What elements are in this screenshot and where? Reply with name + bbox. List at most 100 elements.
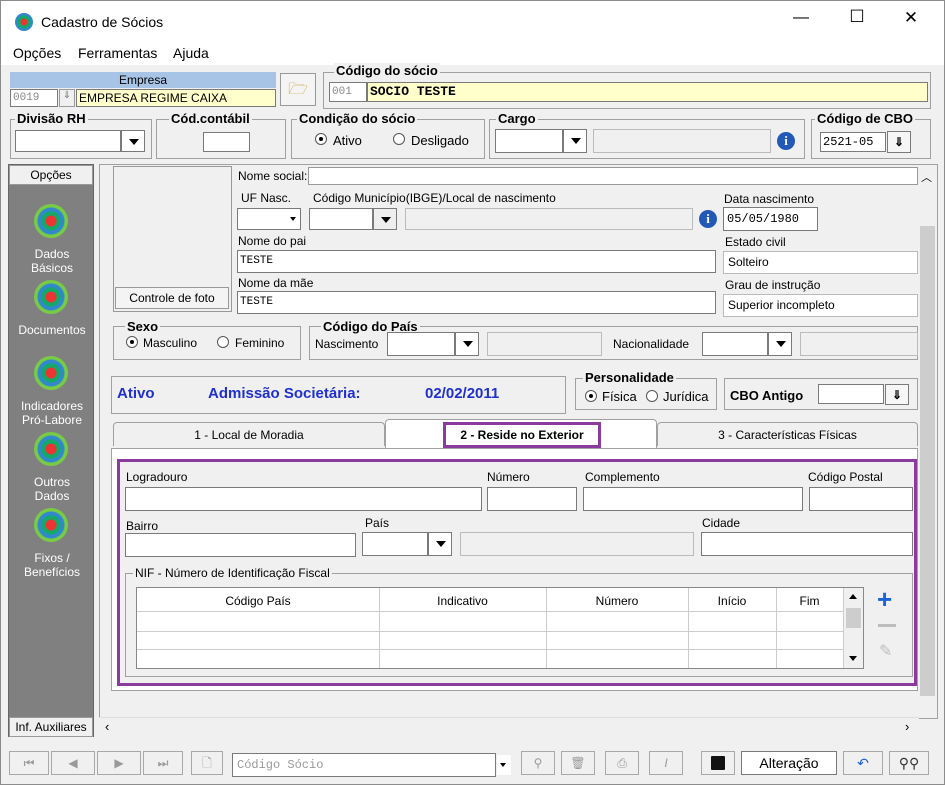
open-folder-button[interactable]: 🗁 [280, 73, 316, 106]
documentos-icon[interactable] [34, 280, 68, 314]
save-button[interactable] [701, 751, 735, 775]
bairro-field[interactable] [125, 533, 356, 557]
estado-civil-field[interactable]: Solteiro [723, 251, 918, 274]
nif-scroll-thumb[interactable] [846, 608, 861, 628]
table-row[interactable] [137, 631, 843, 632]
municipio-dropdown[interactable] [373, 208, 397, 230]
cargo-dropdown[interactable] [563, 129, 587, 153]
menu-ajuda[interactable]: Ajuda [173, 45, 209, 61]
search-record-button[interactable]: ⚲ [521, 751, 555, 775]
codigo-postal-field[interactable] [809, 487, 913, 511]
nif-col-inicio[interactable]: Início [688, 594, 776, 608]
next-record-button[interactable]: ▶ [97, 751, 141, 775]
grau-instrucao-field[interactable]: Superior incompleto [723, 294, 918, 317]
cbo-antigo-lookup-button[interactable]: ⇓ [885, 384, 909, 405]
pais-nascimento-dropdown[interactable] [455, 332, 479, 356]
remove-icon[interactable] [878, 624, 896, 627]
cancel-edit-button[interactable]: I [649, 751, 683, 775]
socio-name-field[interactable]: SOCIO TESTE [367, 82, 928, 102]
municipio-info-icon[interactable]: i [699, 210, 717, 228]
cargo-field[interactable] [495, 129, 563, 153]
cbo-field[interactable]: 2521-05 [820, 132, 886, 152]
new-record-button[interactable]: 🗋 [191, 751, 223, 775]
sidebar-item-fixos[interactable]: Fixos / Benefícios [6, 551, 98, 579]
outros-dados-icon[interactable] [34, 432, 68, 466]
scroll-up-icon[interactable]: ︿ [921, 169, 932, 185]
fixos-icon[interactable] [34, 508, 68, 542]
empresa-name-field[interactable]: EMPRESA REGIME CAIXA [76, 89, 276, 107]
indicadores-icon[interactable] [34, 356, 68, 390]
personalidade-juridica-radio[interactable] [646, 390, 658, 402]
close-button[interactable]: ✕ [891, 8, 931, 34]
logradouro-field[interactable] [125, 487, 482, 511]
find-button[interactable]: ⚲⚲ [889, 751, 929, 775]
cbo-antigo-field[interactable] [818, 384, 884, 404]
sexo-feminino-radio[interactable] [217, 336, 229, 348]
cbo-lookup-button[interactable]: ⇓ [887, 131, 911, 153]
municipio-code-field[interactable] [309, 208, 373, 230]
empresa-lookup-button[interactable]: ⇓ [59, 89, 75, 107]
minimize-button[interactable]: — [781, 9, 821, 35]
nome-pai-field[interactable]: TESTE [237, 250, 716, 273]
add-icon[interactable]: + [877, 586, 892, 612]
personalidade-fisica-radio[interactable] [585, 390, 597, 402]
sidebar-header[interactable]: Opções [9, 165, 93, 185]
scroll-left-icon[interactable]: ‹ [105, 719, 109, 734]
pais-field[interactable] [362, 532, 428, 556]
nif-scroll-down-icon[interactable] [849, 656, 857, 661]
data-nasc-field[interactable]: 05/05/1980 [723, 207, 818, 231]
condicao-desligado-radio[interactable] [393, 133, 405, 145]
menu-ferramentas[interactable]: Ferramentas [78, 45, 157, 61]
scroll-thumb[interactable] [920, 226, 935, 696]
sidebar-item-documentos[interactable]: Documentos [6, 323, 98, 337]
divisao-field[interactable] [15, 130, 121, 152]
edit-icon[interactable]: ✎ [879, 641, 892, 661]
maximize-button[interactable]: ☐ [837, 7, 877, 33]
nif-col-codigo-pais[interactable]: Código País [137, 594, 379, 608]
tab-local-moradia[interactable]: 1 - Local de Moradia [113, 422, 385, 446]
last-record-button[interactable]: ⏭ [143, 751, 183, 775]
nif-scroll-up-icon[interactable] [849, 594, 857, 599]
first-record-button[interactable]: ⏮ [9, 751, 49, 775]
nif-col-indicativo[interactable]: Indicativo [379, 594, 546, 608]
tab-caracteristicas[interactable]: 3 - Características Físicas [657, 422, 918, 446]
nome-mae-field[interactable]: TESTE [237, 291, 716, 314]
delete-record-button[interactable]: 🗑 [561, 751, 595, 775]
previous-record-button[interactable]: ◀ [51, 751, 95, 775]
sidebar-footer[interactable]: Inf. Auxiliares [9, 717, 93, 737]
divisao-dropdown[interactable] [121, 130, 145, 152]
socio-code-field[interactable]: 001 [329, 82, 367, 102]
codigo-socio-search[interactable]: Código Sócio [232, 753, 496, 777]
pais-dropdown[interactable] [428, 532, 452, 556]
nif-col-numero[interactable]: Número [546, 594, 688, 608]
complemento-field[interactable] [583, 487, 803, 511]
empresa-code-field[interactable]: 0019 [10, 89, 58, 107]
nif-col-fim[interactable]: Fim [776, 594, 843, 608]
horizontal-scrollbar[interactable] [99, 717, 919, 737]
cidade-label: Cidade [702, 516, 741, 530]
nacionalidade-field[interactable] [702, 332, 768, 356]
print-button[interactable]: ⎙ [605, 751, 639, 775]
undo-button[interactable]: ↶ [843, 751, 883, 775]
sidebar-item-indicadores[interactable]: Indicadores Pró-Labore [6, 399, 98, 427]
menu-opcoes[interactable]: Opções [13, 45, 61, 61]
cidade-field[interactable] [701, 532, 913, 556]
photo-control-button[interactable]: Controle de foto [115, 287, 229, 309]
sidebar-item-outros-dados[interactable]: Outros Dados [6, 475, 98, 503]
sexo-masculino-radio[interactable] [126, 336, 138, 348]
status-ativo: Ativo [117, 385, 155, 402]
codigo-socio-search-dropdown[interactable] [497, 755, 511, 775]
dados-basicos-icon[interactable] [34, 204, 68, 238]
nome-social-field[interactable] [308, 167, 918, 185]
nacionalidade-dropdown[interactable] [768, 332, 792, 356]
table-row[interactable] [137, 649, 843, 650]
numero-field[interactable] [487, 487, 577, 511]
contabil-field[interactable] [203, 132, 250, 152]
condicao-ativo-radio[interactable] [315, 133, 327, 145]
sidebar-item-dados-basicos[interactable]: Dados Básicos [6, 247, 98, 275]
nif-scrollbar[interactable] [843, 588, 863, 668]
cargo-info-icon[interactable]: i [777, 132, 795, 150]
scroll-right-icon[interactable]: › [905, 719, 909, 734]
uf-nasc-dropdown[interactable] [287, 209, 299, 229]
pais-nascimento-field[interactable] [387, 332, 455, 356]
